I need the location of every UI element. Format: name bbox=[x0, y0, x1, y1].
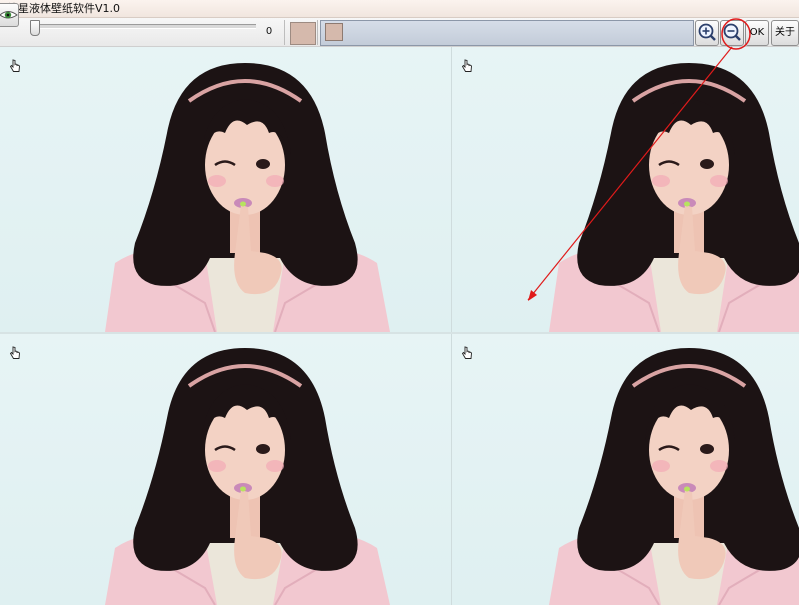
panel-divider bbox=[451, 47, 452, 605]
wallpaper-panel-bottom-left[interactable] bbox=[0, 334, 451, 605]
portrait-image bbox=[105, 348, 390, 605]
ok-button[interactable]: OK bbox=[745, 20, 769, 46]
path-color-swatch[interactable] bbox=[325, 23, 343, 41]
zoom-out-button[interactable] bbox=[720, 20, 744, 46]
hand-pointer-icon bbox=[461, 59, 472, 72]
hand-pointer-icon bbox=[9, 59, 20, 72]
eye-icon bbox=[0, 11, 18, 19]
color-picker-swatch[interactable] bbox=[290, 22, 316, 45]
eye-button[interactable] bbox=[0, 3, 19, 27]
zoom-out-icon bbox=[723, 23, 741, 41]
about-button[interactable]: 关于 bbox=[771, 20, 799, 46]
wallpaper-panel-top-right[interactable] bbox=[452, 47, 799, 332]
portrait-image bbox=[105, 63, 390, 332]
hand-pointer-icon bbox=[9, 346, 20, 359]
opacity-slider-thumb[interactable] bbox=[30, 20, 40, 36]
panel-divider bbox=[0, 332, 799, 334]
toolbar-separator bbox=[317, 20, 318, 45]
title-bar: 国维星液体壁纸软件V1.0 bbox=[0, 0, 799, 18]
toolbar-separator bbox=[284, 20, 285, 45]
wallpaper-panel-bottom-right[interactable] bbox=[452, 334, 799, 605]
hand-pointer-icon bbox=[461, 346, 472, 359]
wallpaper-panel-top-left[interactable] bbox=[0, 47, 451, 332]
wallpaper-grid bbox=[0, 47, 799, 605]
portrait-image bbox=[549, 348, 799, 605]
zoom-in-icon bbox=[698, 23, 716, 41]
opacity-slider-track[interactable] bbox=[30, 24, 256, 29]
portrait-image bbox=[549, 63, 799, 332]
zoom-in-button[interactable] bbox=[695, 20, 719, 46]
path-bar[interactable] bbox=[320, 20, 694, 46]
slider-value: 0 bbox=[265, 26, 273, 37]
